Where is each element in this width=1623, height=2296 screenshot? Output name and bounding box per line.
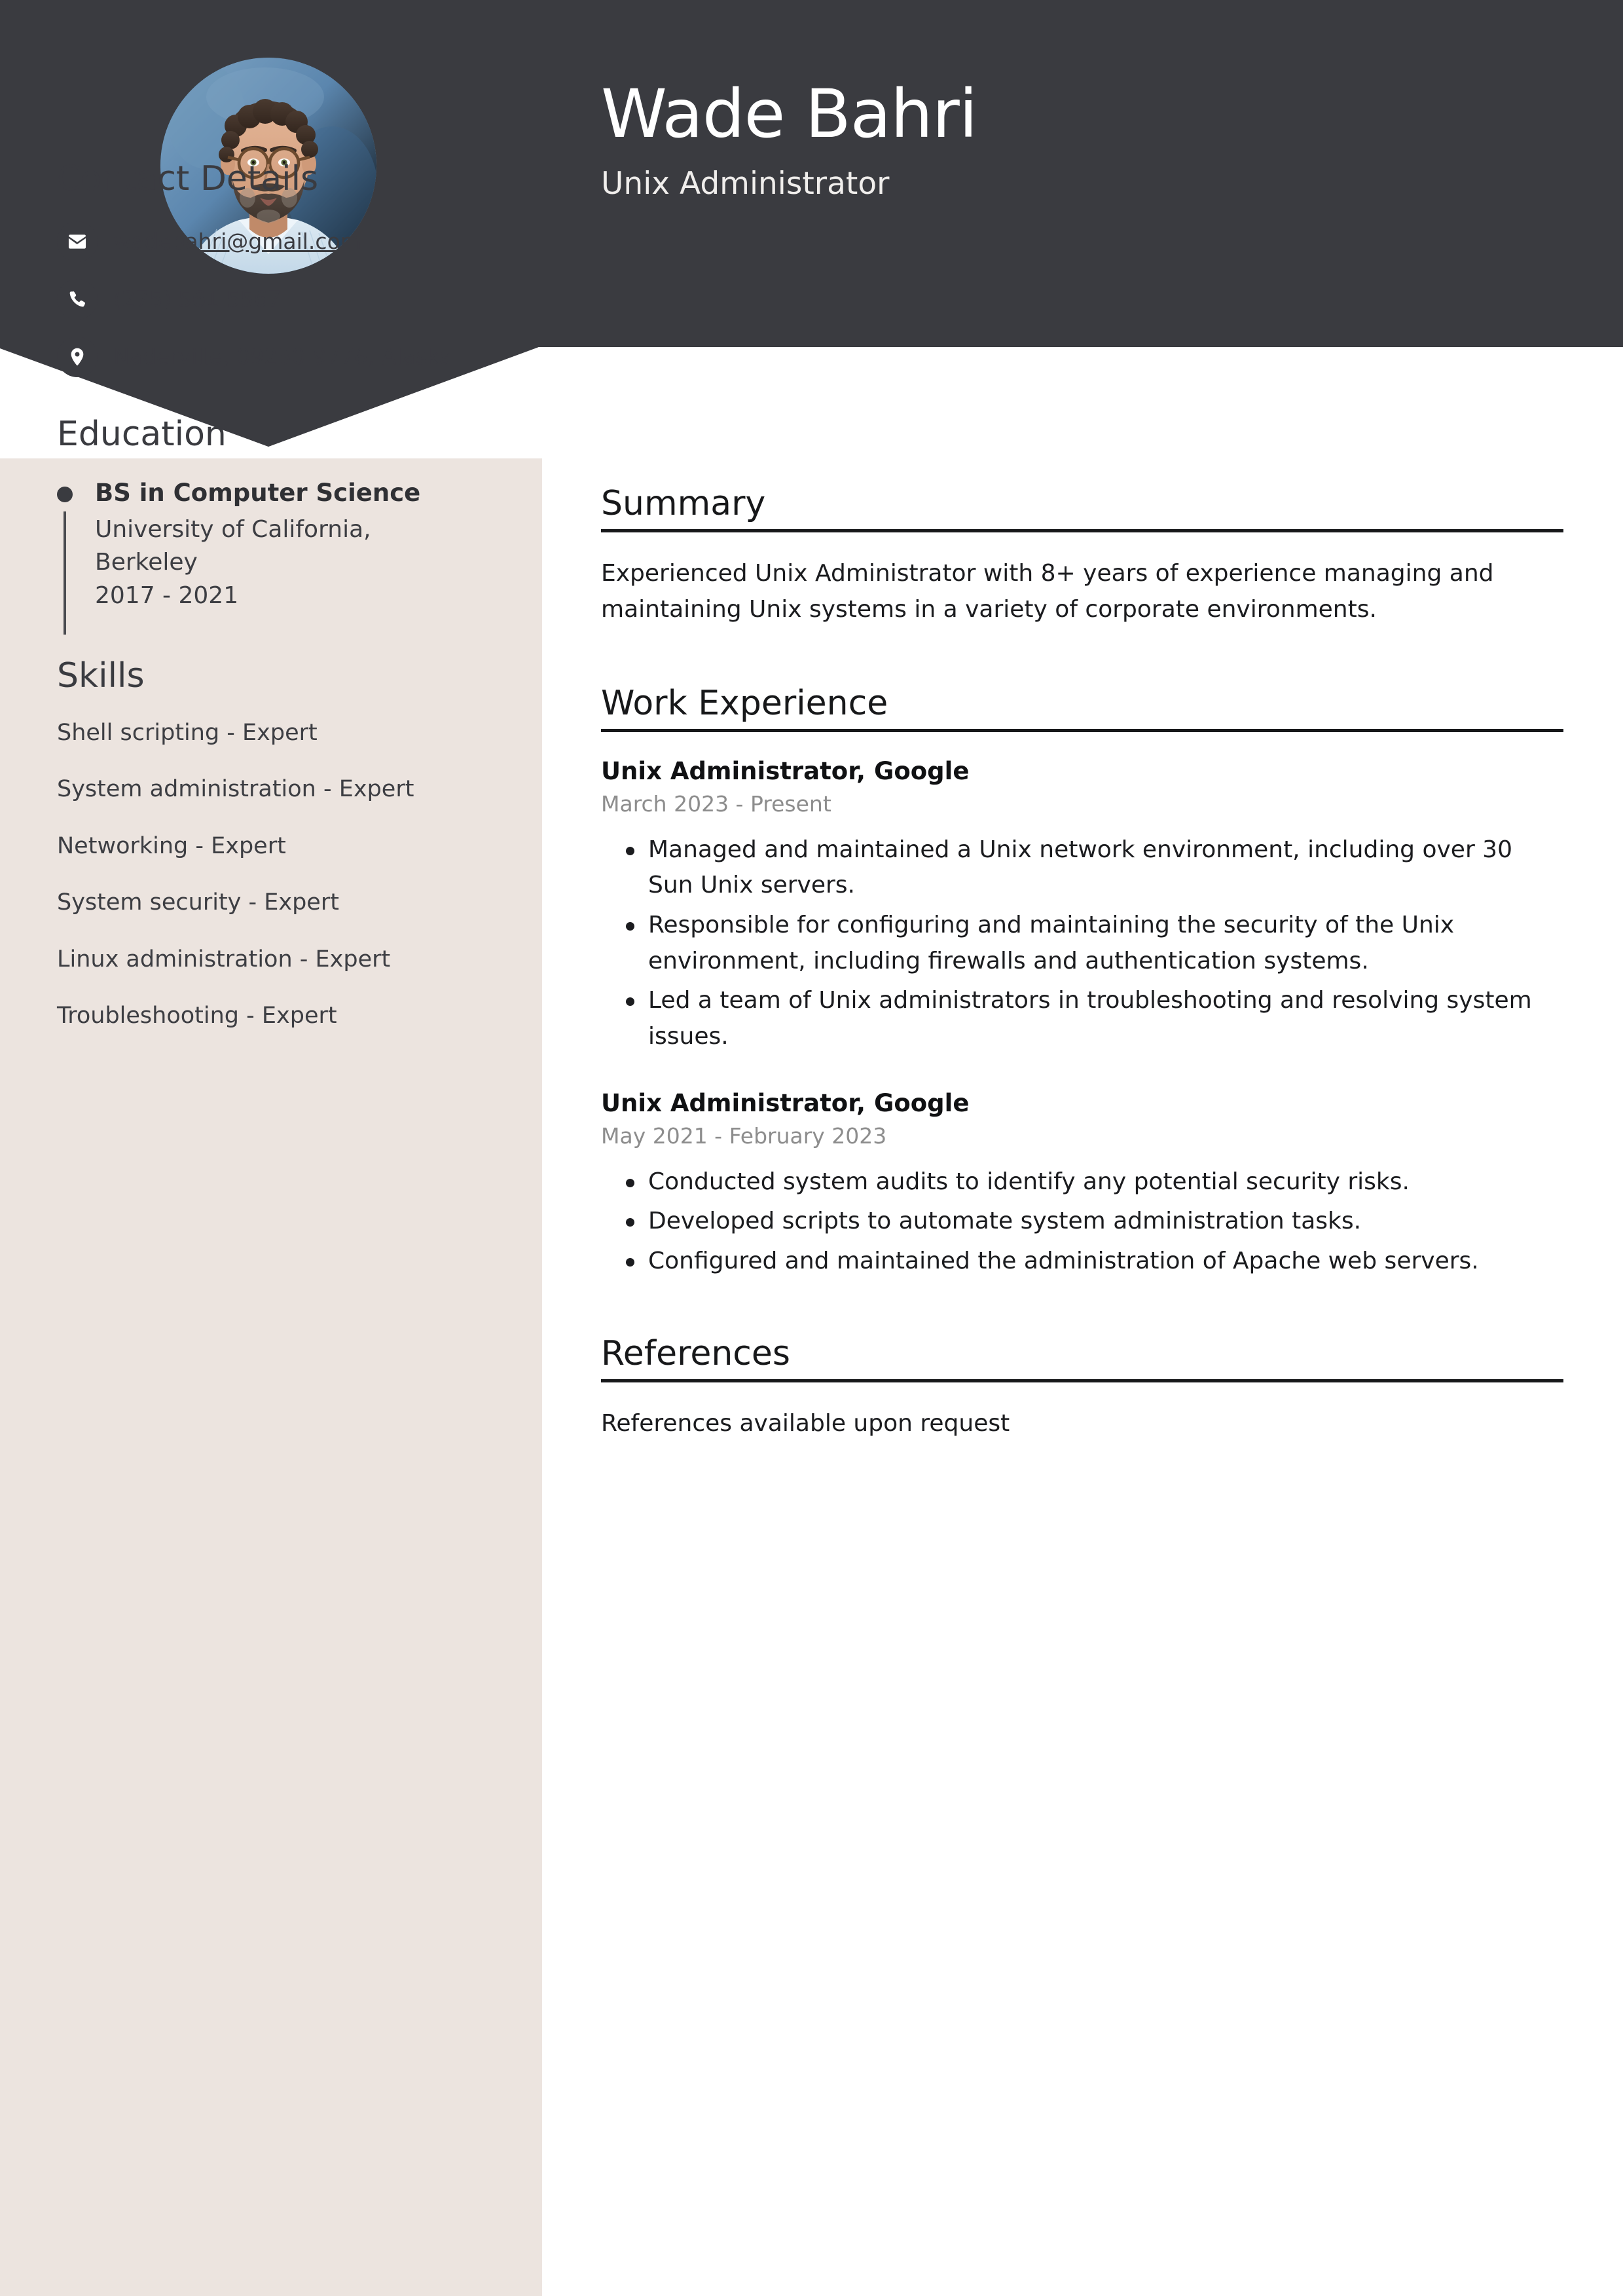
contact-details-section: Contact Details wadebahri@gmail.com (275… (57, 158, 515, 378)
skills-heading: Skills (57, 656, 145, 695)
envelope-icon (57, 221, 98, 263)
skill-item: System administration - Expert (57, 776, 414, 803)
skill-item: Shell scripting - Expert (57, 719, 318, 746)
work-experience-section: Work Experience Unix Administrator, Goog… (601, 684, 1563, 1280)
contact-item-email[interactable]: wadebahri@gmail.com (57, 221, 515, 263)
education-degree: BS in Computer Science (95, 478, 421, 507)
job-bullet: Configured and maintained the administra… (601, 1244, 1563, 1280)
job-dates: May 2021 - February 2023 (601, 1122, 887, 1149)
sidebar-content: Contact Details wadebahri@gmail.com (275… (57, 158, 515, 1058)
contact-details-heading: Contact Details (57, 159, 319, 198)
job-entry: Unix Administrator, Google March 2023 - … (601, 756, 1563, 1055)
contact-list: wadebahri@gmail.com (275) 561 5567 Nader… (57, 221, 515, 378)
contact-email-value[interactable]: wadebahri@gmail.com (113, 228, 361, 256)
contact-item-address: Naderville, 09230-9776, Alaska (57, 337, 515, 378)
skill-item: Linux administration - Expert (57, 946, 391, 972)
skill-item: System security - Expert (57, 889, 339, 916)
location-pin-icon (57, 337, 98, 378)
job-bullet: Developed scripts to automate system adm… (601, 1204, 1563, 1240)
job-bullet: Managed and maintained a Unix network en… (601, 832, 1563, 904)
page-title: Wade Bahri (601, 75, 977, 153)
timeline-dot-icon (57, 486, 73, 502)
job-entry: Unix Administrator, Google May 2021 - Fe… (601, 1088, 1563, 1280)
summary-heading: Summary (601, 484, 766, 523)
header-text-block: Wade Bahri Unix Administrator (601, 77, 1518, 204)
references-section: References References available upon req… (601, 1333, 1563, 1441)
education-section: Education BS in Computer Science Univers… (57, 414, 515, 635)
education-school-line1: University of California, (95, 515, 371, 543)
job-bullet: Responsible for configuring and maintain… (601, 908, 1563, 979)
timeline-line-icon (64, 511, 66, 635)
references-heading: References (601, 1333, 790, 1373)
skills-section: Skills Shell scripting - Expert System a… (57, 656, 515, 1031)
job-role: Unix Administrator, Google (601, 756, 970, 785)
contact-item-phone[interactable]: (275) 561 5567 (57, 279, 515, 320)
summary-text: Experienced Unix Administrator with 8+ y… (601, 560, 1494, 623)
work-experience-heading: Work Experience (601, 683, 888, 723)
references-text: References available upon request (601, 1409, 1010, 1437)
education-dates: 2017 - 2021 (95, 582, 239, 610)
job-bullet-list: Managed and maintained a Unix network en… (601, 832, 1563, 1055)
job-role: Unix Administrator, Google (601, 1088, 970, 1117)
section-divider (601, 728, 1563, 732)
job-dates: March 2023 - Present (601, 791, 831, 817)
education-school-line2: Berkeley (95, 549, 198, 576)
section-divider (601, 529, 1563, 533)
summary-section: Summary Experienced Unix Administrator w… (601, 485, 1563, 628)
header-job-title: Unix Administrator (601, 166, 890, 202)
section-divider (601, 1379, 1563, 1382)
contact-phone-value: (275) 561 5567 (113, 286, 282, 312)
job-bullet-list: Conducted system audits to identify any … (601, 1164, 1563, 1280)
job-bullet: Conducted system audits to identify any … (601, 1164, 1563, 1200)
main-content: Summary Experienced Unix Administrator w… (601, 485, 1563, 1441)
education-item: BS in Computer Science University of Cal… (57, 477, 515, 635)
job-bullet: Led a team of Unix administrators in tro… (601, 983, 1563, 1054)
education-heading: Education (57, 415, 227, 454)
phone-icon (57, 279, 98, 320)
skill-item: Networking - Expert (57, 832, 286, 859)
contact-address-value: Naderville, 09230-9776, Alaska (113, 343, 452, 369)
skill-item: Troubleshooting - Expert (57, 1003, 337, 1029)
